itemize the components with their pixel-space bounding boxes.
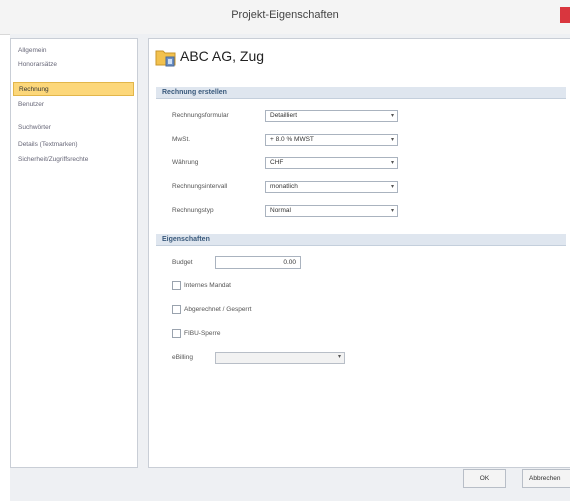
invoice-interval-value: monatlich xyxy=(270,183,298,190)
sidebar-item-honorarsaetze[interactable]: Honorarsätze xyxy=(13,58,134,72)
billed-locked-checkbox[interactable] xyxy=(172,305,181,314)
close-button[interactable] xyxy=(560,7,570,23)
title-bar: Projekt-Eigenschaften xyxy=(0,0,570,35)
ok-button[interactable]: OK xyxy=(463,469,506,488)
sidebar-item-sicherheit[interactable]: Sicherheit/Zugriffsrechte xyxy=(13,153,134,167)
chevron-down-icon: ▾ xyxy=(390,137,394,143)
invoice-form-value: Detailliert xyxy=(270,112,298,119)
content-panel xyxy=(148,38,570,468)
internal-mandate-checkbox[interactable] xyxy=(172,281,181,290)
sidebar-item-benutzer[interactable]: Benutzer xyxy=(13,98,134,112)
folder-icon xyxy=(155,50,176,67)
vat-value: + 8.0 % MWST xyxy=(270,136,314,143)
sidebar-item-allgemein[interactable]: Allgemein xyxy=(13,44,134,58)
sidebar-item-details[interactable]: Details (Textmarken) xyxy=(13,138,134,152)
section-properties-header: Eigenschaften xyxy=(156,234,566,246)
fibu-lock-checkbox[interactable] xyxy=(172,329,181,338)
chevron-down-icon: ▾ xyxy=(390,208,394,214)
invoice-type-value: Normal xyxy=(270,207,291,214)
invoice-form-select[interactable]: Detailliert ▾ xyxy=(265,110,398,122)
billed-locked-label: Abgerechnet / Gesperrt xyxy=(184,306,252,313)
invoice-interval-select[interactable]: monatlich ▾ xyxy=(265,181,398,193)
cancel-button[interactable]: Abbrechen xyxy=(522,469,570,488)
invoice-type-label: Rechnungstyp xyxy=(172,207,214,214)
chevron-down-icon: ▾ xyxy=(390,113,394,119)
invoice-type-select[interactable]: Normal ▾ xyxy=(265,205,398,217)
chevron-down-icon: ▾ xyxy=(390,160,394,166)
vat-label: MwSt. xyxy=(172,136,191,143)
chevron-down-icon: ▾ xyxy=(337,354,341,360)
vat-select[interactable]: + 8.0 % MWST ▾ xyxy=(265,134,398,146)
sidebar-item-rechnung[interactable]: Rechnung xyxy=(13,82,134,96)
window-title: Projekt-Eigenschaften xyxy=(231,9,339,21)
invoice-interval-label: Rechnungsintervall xyxy=(172,183,228,190)
invoice-form-label: Rechnungsformular xyxy=(172,112,229,119)
currency-select[interactable]: CHF ▾ xyxy=(265,157,398,169)
sidebar-item-suchwoerter[interactable]: Suchwörter xyxy=(13,121,134,135)
ebilling-select[interactable]: ▾ xyxy=(215,352,345,364)
currency-value: CHF xyxy=(270,159,284,166)
budget-input[interactable]: 0.00 xyxy=(215,256,301,269)
ebilling-label: eBilling xyxy=(172,354,193,361)
internal-mandate-label: Internes Mandat xyxy=(184,282,231,289)
project-title: ABC AG, Zug xyxy=(180,48,265,64)
sidebar-nav: Allgemein Honorarsätze Rechnung Benutzer… xyxy=(10,38,138,468)
fibu-lock-label: FIBU-Sperre xyxy=(184,330,221,337)
chevron-down-icon: ▾ xyxy=(390,184,394,190)
section-invoice-header: Rechnung erstellen xyxy=(156,87,566,99)
budget-label: Budget xyxy=(172,259,193,266)
currency-label: Währung xyxy=(172,159,199,166)
